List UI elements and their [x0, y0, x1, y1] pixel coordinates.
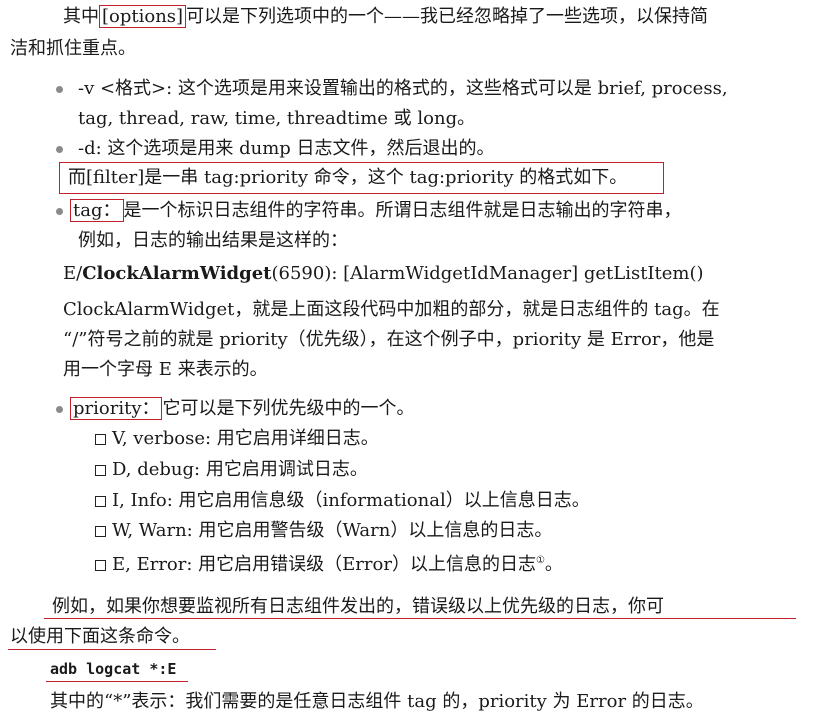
intro-line-1: 其中 [options] 可以是下列选项中的一个——我已经忽略掉了一些选项，以保持简	[63, 2, 708, 32]
document-page: 其中 [options] 可以是下列选项中的一个——我已经忽略掉了一些选项，以保持简…	[0, 0, 813, 725]
log-example: E/ClockAlarmWidget(6590): [AlarmWidgetId…	[63, 259, 704, 289]
checkbox-square-icon	[95, 434, 106, 445]
log-prefix: E/	[63, 263, 83, 284]
command-underline	[46, 681, 188, 682]
checkbox-square-icon	[95, 496, 106, 507]
level-text: E, Error: 用它启用错误级（Error）以上信息的日志	[112, 554, 536, 575]
level-text: D, debug: 用它启用调试日志。	[112, 459, 368, 480]
intro-post: 可以是下列选项中的一个——我已经忽略掉了一些选项，以保持简	[186, 6, 709, 27]
explain-line-2: “/”符号之前的就是 priority（优先级），在这个例子中，priority…	[63, 329, 715, 350]
footnote-marker: ①	[535, 555, 545, 566]
bullet-icon	[56, 146, 63, 153]
explain-line-1: ClockAlarmWidget，就是上面这段代码中加粗的部分，就是日志组件的 …	[63, 299, 720, 320]
bullet-icon	[56, 208, 63, 215]
log-rest: (6590): [AlarmWidgetIdManager] getListIt…	[271, 263, 704, 284]
explain-line-3: 用一个字母 E 来表示的。	[63, 359, 268, 380]
level-text: I, Info: 用它启用信息级（informational）以上信息日志。	[112, 490, 590, 511]
option-v-line-2: tag, thread, raw, time, threadtime 或 lon…	[78, 108, 476, 129]
checkbox-square-icon	[95, 526, 106, 537]
final-line: 其中的“*”表示：我们需要的是任意日志组件 tag 的，priority 为 E…	[50, 691, 704, 712]
level-item-info: I, Info: 用它启用信息级（informational）以上信息日志。	[95, 486, 590, 516]
intro-pre: 其中	[63, 6, 99, 27]
level-text: W, Warn: 用它启用警告级（Warn）以上信息的日志。	[112, 520, 553, 541]
option-d-line-1: -d: 这个选项是用来 dump 日志文件，然后退出的。	[78, 138, 495, 159]
bullet-icon	[56, 406, 63, 413]
checkbox-square-icon	[95, 560, 106, 571]
example-underline-2	[8, 649, 216, 650]
priority-keyword-highlight: priority：	[70, 397, 163, 420]
priority-post: 它可以是下列优先级中的一个。	[162, 398, 415, 419]
command-code: adb logcat *:E	[50, 660, 177, 678]
level-text: V, verbose: 用它启用详细日志。	[112, 428, 379, 449]
intro-line-2: 洁和抓住重点。	[10, 38, 136, 59]
level-text-end: 。	[544, 554, 563, 575]
level-item-verbose: V, verbose: 用它启用详细日志。	[95, 424, 379, 454]
checkbox-square-icon	[95, 465, 106, 476]
filter-line: 而[filter]是一串 tag:priority 命令，这个 tag:prio…	[68, 167, 628, 188]
example-underline-1	[44, 618, 796, 619]
tag-line-2: 例如，日志的输出结果是这样的：	[78, 230, 348, 251]
log-tag-bold: ClockAlarmWidget	[82, 263, 272, 284]
tag-line-1: tag： 是一个标识日志组件的字符串。所谓日志组件就是日志输出的字符串，	[70, 196, 682, 226]
options-keyword-highlight: [options]	[99, 5, 187, 28]
level-item-debug: D, debug: 用它启用调试日志。	[95, 455, 368, 485]
priority-line-1: priority： 它可以是下列优先级中的一个。	[70, 394, 414, 424]
tag-post: 是一个标识日志组件的字符串。所谓日志组件就是日志输出的字符串，	[123, 200, 682, 221]
level-item-error: E, Error: 用它启用错误级（Error）以上信息的日志①。	[95, 550, 563, 580]
example-line-2: 以使用下面这条命令。	[10, 626, 190, 647]
tag-keyword-highlight: tag：	[70, 199, 124, 222]
level-item-warn: W, Warn: 用它启用警告级（Warn）以上信息的日志。	[95, 516, 552, 546]
bullet-icon	[56, 86, 63, 93]
option-v-line-1: -v <格式>: 这个选项是用来设置输出的格式的，这些格式可以是 brief, …	[78, 78, 728, 99]
